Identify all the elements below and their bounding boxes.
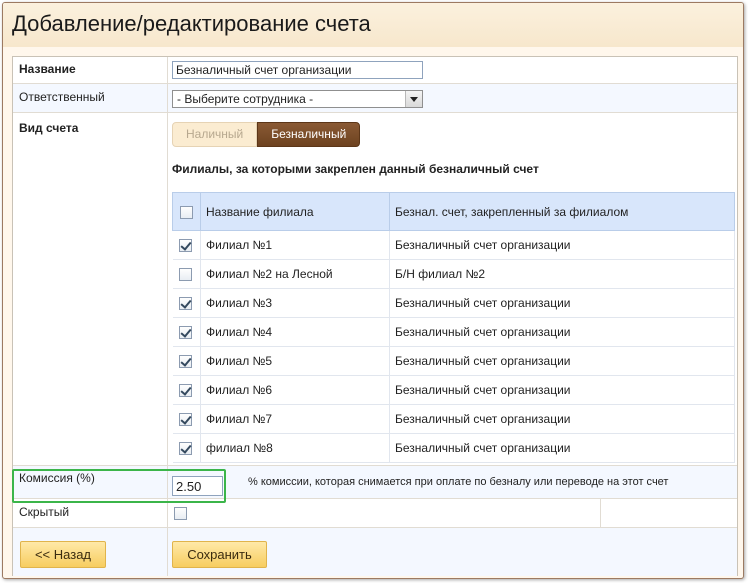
branch-account: Б/Н филиал №2 bbox=[389, 259, 735, 289]
branch-name: Филиал №2 на Лесной bbox=[200, 259, 390, 289]
branch-check-cell bbox=[172, 230, 201, 260]
branch-name: Филиал №4 bbox=[200, 317, 390, 347]
branch-account: Безналичный счет организации bbox=[389, 288, 735, 318]
branch-account: Безналичный счет организации bbox=[389, 230, 735, 260]
branch-name: Филиал №7 bbox=[200, 404, 390, 434]
branch-check-cell bbox=[172, 259, 201, 289]
branch-row: филиал №8 Безналичный счет организации bbox=[172, 433, 735, 463]
branch-row: Филиал №5 Безналичный счет организации bbox=[172, 346, 735, 376]
branches-table: Название филиала Безнал. счет, закреплен… bbox=[172, 192, 735, 463]
branch-name: Филиал №1 bbox=[200, 230, 390, 260]
branch-row: Филиал №2 на Лесной Б/Н филиал №2 bbox=[172, 259, 735, 289]
branch-checkbox[interactable] bbox=[179, 384, 193, 398]
branch-name: филиал №8 bbox=[200, 433, 390, 463]
select-all-cell bbox=[172, 192, 201, 231]
branch-row: Филиал №4 Безналичный счет организации bbox=[172, 317, 735, 347]
branches-heading: Филиалы, за которыми закреплен данный бе… bbox=[172, 162, 539, 176]
branch-name: Филиал №6 bbox=[200, 375, 390, 405]
account-type-toggle: Наличный Безналичный bbox=[172, 122, 361, 147]
branch-name: Филиал №5 bbox=[200, 346, 390, 376]
branch-checkbox[interactable] bbox=[179, 297, 193, 311]
hidden-row-divider bbox=[600, 499, 601, 527]
responsible-row: Ответственный - Выберите сотрудника - bbox=[13, 84, 737, 113]
branch-checkbox[interactable] bbox=[179, 442, 193, 456]
commission-highlight-box bbox=[12, 469, 226, 503]
name-input[interactable] bbox=[172, 61, 423, 79]
branch-checkbox[interactable] bbox=[179, 268, 193, 282]
back-button[interactable]: << Назад bbox=[20, 541, 106, 568]
branch-check-cell bbox=[172, 375, 201, 405]
branch-row: Филиал №7 Безналичный счет организации bbox=[172, 404, 735, 434]
branch-check-cell bbox=[172, 317, 201, 347]
back-cell: << Назад bbox=[13, 528, 168, 576]
hidden-checkbox[interactable] bbox=[174, 507, 187, 520]
account-type-label: Вид счета bbox=[13, 113, 168, 465]
branch-row: Филиал №1 Безналичный счет организации bbox=[172, 230, 735, 260]
chevron-down-icon[interactable] bbox=[405, 91, 422, 107]
branch-checkbox[interactable] bbox=[179, 355, 193, 369]
branch-account: Безналичный счет организации bbox=[389, 404, 735, 434]
branch-checkbox[interactable] bbox=[179, 239, 193, 253]
name-label: Название bbox=[13, 57, 168, 83]
branch-check-cell bbox=[172, 404, 201, 434]
account-type-cash[interactable]: Наличный bbox=[172, 122, 258, 147]
page-title: Добавление/редактирование счета bbox=[12, 11, 371, 36]
column-branch-account: Безнал. счет, закрепленный за филиалом bbox=[389, 192, 735, 231]
branches-header-row: Название филиала Безнал. счет, закреплен… bbox=[172, 192, 735, 231]
title-bar: Добавление/редактирование счета bbox=[3, 3, 743, 47]
select-all-checkbox[interactable] bbox=[179, 205, 193, 219]
branch-check-cell bbox=[172, 433, 201, 463]
branch-row: Филиал №3 Безналичный счет организации bbox=[172, 288, 735, 318]
branch-checkbox[interactable] bbox=[179, 413, 193, 427]
column-branch-name: Название филиала bbox=[200, 192, 390, 231]
buttons-row: << Назад Сохранить bbox=[13, 528, 737, 576]
branch-account: Безналичный счет организации bbox=[389, 375, 735, 405]
branch-row: Филиал №6 Безналичный счет организации bbox=[172, 375, 735, 405]
branch-check-cell bbox=[172, 288, 201, 318]
hidden-row: Скрытый bbox=[13, 499, 737, 528]
commission-hint: % комиссии, которая снимается при оплате… bbox=[248, 476, 669, 488]
form-window: Добавление/редактирование счета Название… bbox=[2, 2, 744, 579]
responsible-select[interactable]: - Выберите сотрудника - bbox=[172, 90, 423, 108]
responsible-selected: - Выберите сотрудника - bbox=[177, 92, 314, 106]
branch-check-cell bbox=[172, 346, 201, 376]
branch-checkbox[interactable] bbox=[179, 326, 193, 340]
branch-account: Безналичный счет организации bbox=[389, 433, 735, 463]
branch-account: Безналичный счет организации bbox=[389, 346, 735, 376]
responsible-label: Ответственный bbox=[13, 84, 168, 112]
account-type-row: Вид счета Наличный Безналичный Филиалы, … bbox=[13, 113, 737, 466]
name-row: Название bbox=[13, 57, 737, 84]
hidden-label: Скрытый bbox=[13, 499, 168, 527]
branch-name: Филиал №3 bbox=[200, 288, 390, 318]
save-button[interactable]: Сохранить bbox=[172, 541, 267, 568]
branch-account: Безналичный счет организации bbox=[389, 317, 735, 347]
account-type-cashless[interactable]: Безналичный bbox=[257, 122, 361, 147]
